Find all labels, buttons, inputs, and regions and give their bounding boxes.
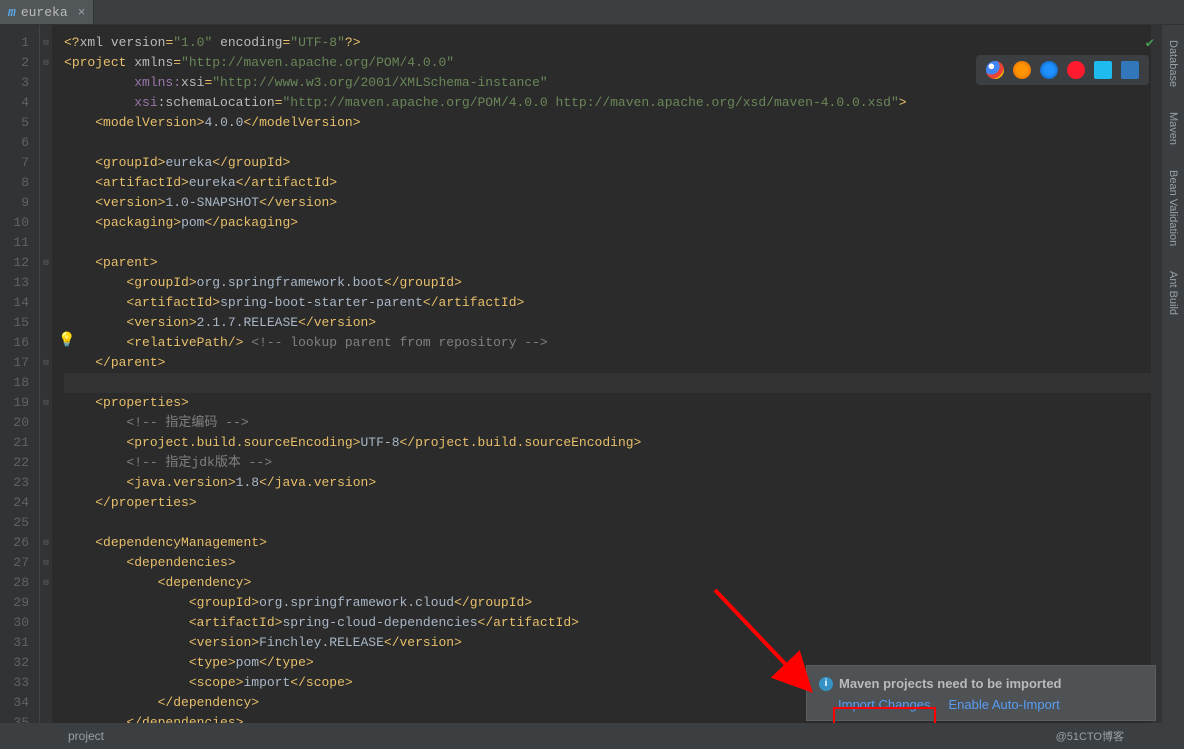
code-line[interactable] <box>64 233 1184 253</box>
code-line[interactable]: <dependency> <box>64 573 1184 593</box>
close-tab-icon[interactable]: × <box>78 5 86 20</box>
ie-icon[interactable] <box>1094 61 1112 79</box>
status-bar: project @51CTO博客 <box>0 723 1184 749</box>
code-line[interactable]: <artifactId>eureka</artifactId> <box>64 173 1184 193</box>
code-line[interactable]: <artifactId>spring-cloud-dependencies</a… <box>64 613 1184 633</box>
code-line[interactable]: <version>1.0-SNAPSHOT</version> <box>64 193 1184 213</box>
code-line[interactable]: <!-- 指定jdk版本 --> <box>64 453 1184 473</box>
enable-auto-import-link[interactable]: Enable Auto-Import <box>949 697 1060 712</box>
code-line[interactable]: <!-- 指定编码 --> <box>64 413 1184 433</box>
tool-bean-validation[interactable]: Bean Validation <box>1167 170 1179 246</box>
browser-icons-overlay <box>976 55 1149 85</box>
code-line[interactable]: </parent> <box>64 353 1184 373</box>
opera-icon[interactable] <box>1067 61 1085 79</box>
watermark: @51CTO博客 <box>1056 728 1184 744</box>
code-line[interactable]: <groupId>org.springframework.cloud</grou… <box>64 593 1184 613</box>
breadcrumb[interactable]: project <box>68 729 104 743</box>
code-line[interactable]: </properties> <box>64 493 1184 513</box>
tab-bar: m eureka × <box>0 0 1184 25</box>
code-line[interactable]: <artifactId>spring-boot-starter-parent</… <box>64 293 1184 313</box>
notification-title-text: Maven projects need to be imported <box>839 676 1062 691</box>
safari-icon[interactable] <box>1040 61 1058 79</box>
code-line[interactable]: <parent> <box>64 253 1184 273</box>
notification-title: i Maven projects need to be imported <box>819 676 1143 691</box>
tool-maven[interactable]: Maven <box>1167 112 1179 145</box>
code-line[interactable] <box>64 513 1184 533</box>
code-line[interactable]: <project.build.sourceEncoding>UTF-8</pro… <box>64 433 1184 453</box>
code-line[interactable]: <relativePath/> <!-- lookup parent from … <box>64 333 1184 353</box>
notification-popup: i Maven projects need to be imported Imp… <box>806 665 1156 721</box>
fold-gutter[interactable]: ⊟⊟⊟⊟⊟⊟⊟⊟ <box>40 25 52 723</box>
import-changes-link[interactable]: Import Changes <box>838 697 931 712</box>
code-line[interactable] <box>64 373 1184 393</box>
code-area[interactable]: <?xml version="1.0" encoding="UTF-8"?> <p… <box>52 25 1184 723</box>
code-line[interactable]: <groupId>org.springframework.boot</group… <box>64 273 1184 293</box>
code-line[interactable]: <groupId>eureka</groupId> <box>64 153 1184 173</box>
code-line[interactable]: <version>Finchley.RELEASE</version> <box>64 633 1184 653</box>
maven-file-icon: m <box>8 5 16 20</box>
code-line[interactable]: <dependencies> <box>64 553 1184 573</box>
code-line[interactable]: <java.version>1.8</java.version> <box>64 473 1184 493</box>
code-line[interactable]: <modelVersion>4.0.0</modelVersion> <box>64 113 1184 133</box>
line-number-gutter[interactable]: 1234567891011121314151617181920212223242… <box>0 25 40 723</box>
analysis-ok-icon: ✔ <box>1146 35 1154 52</box>
error-stripe[interactable] <box>1151 25 1162 723</box>
intention-bulb-icon[interactable]: 💡 <box>58 332 75 349</box>
info-icon: i <box>819 677 833 691</box>
tool-ant-build[interactable]: Ant Build <box>1167 271 1179 315</box>
tool-database[interactable]: Database <box>1167 40 1179 87</box>
editor: 1234567891011121314151617181920212223242… <box>0 25 1184 723</box>
chrome-icon[interactable] <box>986 61 1004 79</box>
right-tool-bar: Database Maven Bean Validation Ant Build <box>1162 25 1184 723</box>
edge-icon[interactable] <box>1121 61 1139 79</box>
file-tab-eureka[interactable]: m eureka × <box>0 0 94 24</box>
code-line[interactable]: <packaging>pom</packaging> <box>64 213 1184 233</box>
code-line[interactable] <box>64 133 1184 153</box>
file-tab-label: eureka <box>21 5 68 20</box>
code-line[interactable]: <version>2.1.7.RELEASE</version> <box>64 313 1184 333</box>
code-line[interactable]: xsi:schemaLocation="http://maven.apache.… <box>64 93 1184 113</box>
code-line[interactable]: <dependencyManagement> <box>64 533 1184 553</box>
firefox-icon[interactable] <box>1013 61 1031 79</box>
code-line[interactable]: <properties> <box>64 393 1184 413</box>
code-line[interactable]: <?xml version="1.0" encoding="UTF-8"?> <box>64 33 1184 53</box>
